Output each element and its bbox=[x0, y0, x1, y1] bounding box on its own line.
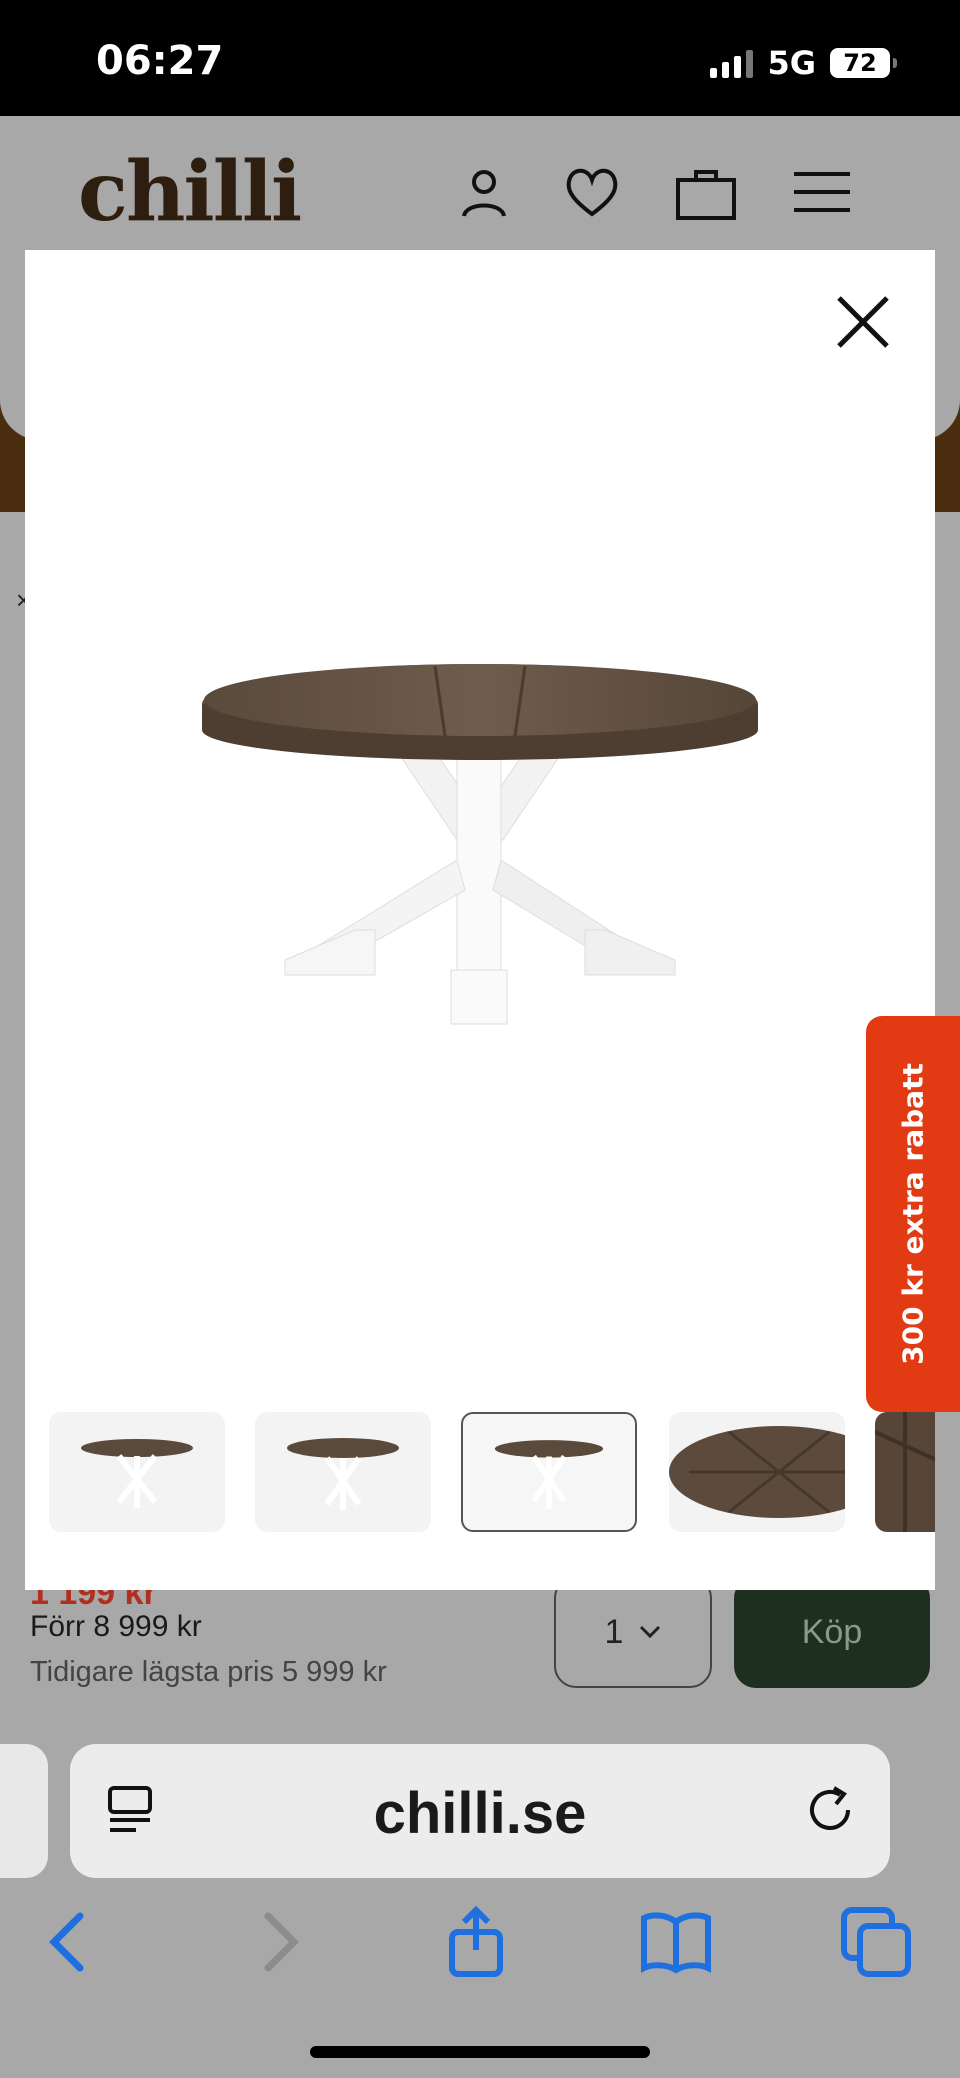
menu-icon[interactable] bbox=[790, 160, 854, 224]
thumbnail[interactable] bbox=[875, 1412, 935, 1532]
site-logo[interactable]: chilli bbox=[78, 144, 302, 240]
status-bar: 06:27 5G 72 bbox=[0, 0, 960, 116]
chevron-down-icon bbox=[640, 1625, 661, 1639]
quantity-select[interactable]: 1 bbox=[554, 1576, 712, 1688]
site-header: chilli bbox=[0, 116, 960, 250]
product-image bbox=[202, 664, 758, 1025]
status-indicators: 5G 72 bbox=[710, 44, 897, 82]
promo-tab[interactable]: 300 kr extra rabatt bbox=[866, 1016, 960, 1412]
bag-icon[interactable] bbox=[674, 160, 738, 224]
battery-icon: 72 bbox=[830, 48, 897, 78]
thumbnail-selected[interactable] bbox=[461, 1412, 637, 1532]
thumbnail[interactable] bbox=[669, 1412, 845, 1532]
status-time: 06:27 bbox=[96, 38, 224, 84]
thumbnail-strip[interactable] bbox=[25, 1412, 935, 1540]
bookmarks-icon[interactable] bbox=[638, 1904, 714, 1980]
signal-icon bbox=[710, 48, 754, 78]
address-bar[interactable]: chilli.se bbox=[70, 1744, 890, 1878]
heart-icon[interactable] bbox=[560, 160, 624, 224]
battery-level: 72 bbox=[843, 49, 877, 77]
forward-icon[interactable] bbox=[240, 1904, 316, 1980]
previous-tab-peek[interactable] bbox=[0, 1744, 48, 1878]
back-icon[interactable] bbox=[32, 1904, 108, 1980]
tabs-icon[interactable] bbox=[838, 1904, 914, 1980]
network-type: 5G bbox=[767, 44, 816, 82]
share-icon[interactable] bbox=[438, 1904, 514, 1980]
thumbnail[interactable] bbox=[49, 1412, 225, 1532]
image-gallery-modal bbox=[25, 250, 935, 1590]
promo-label: 300 kr extra rabatt bbox=[896, 1063, 930, 1365]
home-indicator bbox=[310, 2046, 650, 2058]
thumbnail[interactable] bbox=[255, 1412, 431, 1532]
url-text: chilli.se bbox=[373, 1781, 587, 1846]
previous-price: Förr 8 999 kr bbox=[30, 1610, 202, 1643]
quantity-value: 1 bbox=[604, 1612, 624, 1651]
lowest-price: Tidigare lägsta pris 5 999 kr bbox=[30, 1656, 387, 1688]
reload-icon[interactable] bbox=[804, 1782, 860, 1838]
account-icon[interactable] bbox=[452, 160, 516, 224]
buy-button[interactable]: Köp bbox=[734, 1576, 930, 1688]
close-icon[interactable] bbox=[833, 292, 893, 352]
